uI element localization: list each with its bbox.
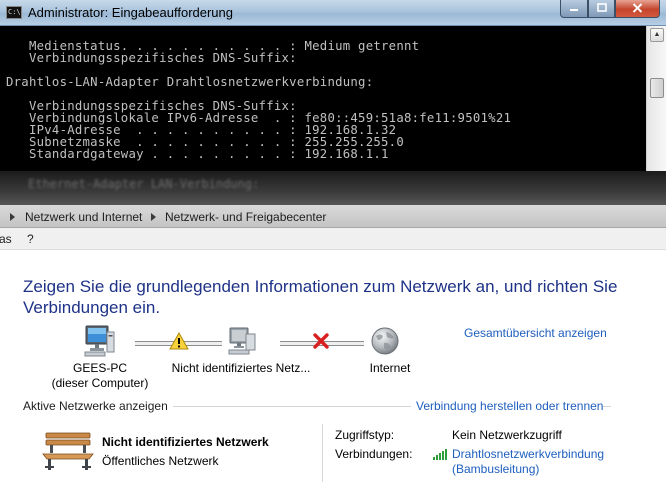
cmd-line: Standardgateway . . . . . . . . . : 192.… xyxy=(6,147,389,161)
breadcrumb-network-sharing-center[interactable]: Netzwerk- und Freigabecenter xyxy=(165,210,326,224)
command-prompt-window[interactable]: C:\ Administrator: Eingabeaufforderung M… xyxy=(0,0,666,205)
breadcrumb-network-internet[interactable]: Netzwerk und Internet xyxy=(25,210,142,224)
minimize-icon xyxy=(570,9,578,11)
cmd-blurred-reflection: Ethernet-Adapter LAN-Verbindung: xyxy=(0,171,666,205)
chevron-right-icon[interactable] xyxy=(10,213,15,221)
cmd-line: Drahtlos-LAN-Adapter Drahtlosnetzwerkver… xyxy=(6,75,374,89)
chevron-right-icon[interactable] xyxy=(151,213,156,221)
computer-node-name[interactable]: GEES-PC xyxy=(33,361,167,376)
close-button[interactable] xyxy=(615,0,660,18)
address-bar[interactable]: Netzwerk und Internet Netzwerk- und Frei… xyxy=(0,205,666,228)
scroll-up-arrow-icon[interactable]: ▲ xyxy=(650,28,664,42)
park-bench-icon[interactable] xyxy=(42,430,94,472)
maximize-icon xyxy=(596,3,607,12)
network-center-content: Zeigen Sie die grundlegenden Information… xyxy=(0,250,666,485)
connect-disconnect-link[interactable]: Verbindung herstellen oder trennen xyxy=(411,399,604,413)
network-location-type[interactable]: Öffentliches Netzwerk xyxy=(102,454,219,468)
minimize-button[interactable] xyxy=(560,0,588,18)
globe-icon[interactable] xyxy=(370,326,400,356)
computer-icon[interactable] xyxy=(83,324,117,358)
red-x-icon[interactable] xyxy=(312,332,330,350)
menu-item-extras[interactable]: as xyxy=(0,232,12,246)
close-icon xyxy=(632,3,643,13)
maximize-button[interactable] xyxy=(588,0,615,18)
cmd-scrollbar[interactable]: ▲ xyxy=(646,26,666,171)
cmd-output[interactable]: Medienstatus. . . . . . . . . . . : Medi… xyxy=(0,26,646,171)
page-title: Zeigen Sie die grundlegenden Information… xyxy=(23,277,618,317)
screen: C:\ Administrator: Eingabeaufforderung M… xyxy=(0,0,666,485)
connections-label: Verbindungen: xyxy=(335,447,413,461)
active-networks-label: Aktive Netzwerke anzeigen xyxy=(23,399,173,413)
menu-item-help[interactable]: ? xyxy=(27,232,34,246)
cmd-window-title: Administrator: Eingabeaufforderung xyxy=(28,5,233,20)
cmd-blurred-text: Ethernet-Adapter LAN-Verbindung: xyxy=(28,177,260,191)
warning-icon[interactable] xyxy=(169,332,189,350)
access-type-value: Kein Netzwerkzugriff xyxy=(452,428,562,442)
full-map-link[interactable]: Gesamtübersicht anzeigen xyxy=(464,326,607,340)
wireless-connection-link[interactable]: Drahtlosnetzwerkverbindung xyxy=(452,447,604,461)
vertical-divider xyxy=(322,424,323,482)
internet-node-name[interactable]: Internet xyxy=(350,361,430,376)
cmd-line: Verbindungsspezifisches DNS-Suffix: xyxy=(6,51,297,65)
active-network-name: Nicht identifiziertes Netzwerk xyxy=(102,435,269,449)
signal-bars-icon xyxy=(433,449,447,460)
command-prompt-icon[interactable]: C:\ xyxy=(6,6,22,19)
wireless-connection-ssid[interactable]: (Bambusleitung) xyxy=(452,462,539,476)
scroll-thumb[interactable] xyxy=(650,78,664,98)
computer-node-subtitle: (dieser Computer) xyxy=(51,376,149,390)
cmd-titlebar[interactable]: C:\ Administrator: Eingabeaufforderung xyxy=(0,0,666,26)
access-type-label: Zugriffstyp: xyxy=(335,428,395,442)
network-node-name[interactable]: Nicht identifiziertes Netz... xyxy=(168,361,314,376)
network-icon[interactable] xyxy=(226,325,258,357)
menu-bar: as ? xyxy=(0,228,666,250)
